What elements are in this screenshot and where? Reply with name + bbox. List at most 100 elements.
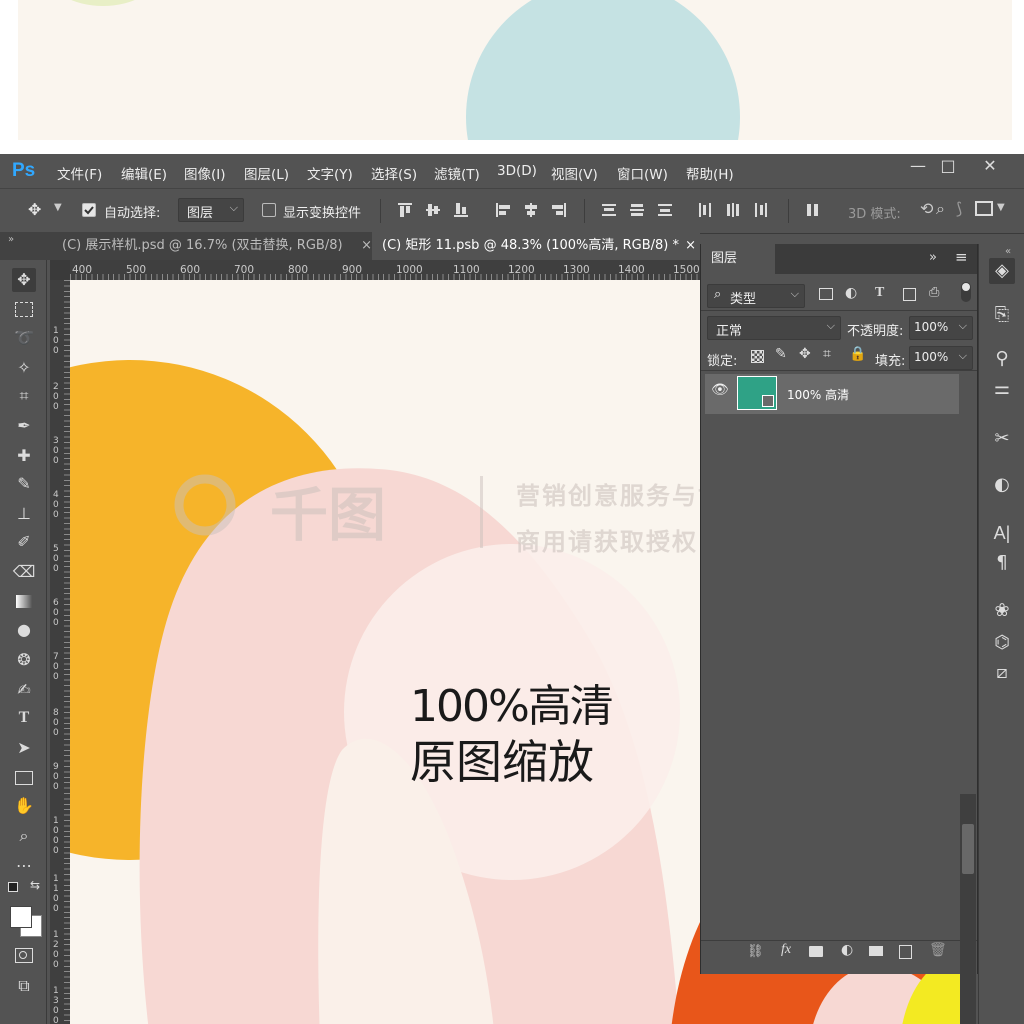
vertical-scrollbar[interactable] [960,794,976,1024]
auto-select-checkbox[interactable] [82,203,96,217]
character-icon[interactable]: A| [989,520,1015,546]
distribute-top-icon[interactable] [600,201,618,219]
chevron-down-icon[interactable]: ▼ [54,202,62,213]
crop-tool-icon[interactable]: ⌗ [12,384,36,408]
lock-artboard-icon[interactable]: ⌗ [823,346,831,362]
orbit-3d-icon[interactable]: ⟲ [920,199,933,218]
lock-transparency-icon[interactable] [751,350,764,363]
chevron-down-icon[interactable]: ▼ [997,202,1005,213]
filter-pixel-icon[interactable] [819,288,833,300]
menu-window[interactable]: 窗口(W) [617,163,668,183]
pan-3d-icon[interactable]: ⟆ [956,199,962,218]
distribute-hcenter-icon[interactable] [724,201,742,219]
align-hcenter-icon[interactable] [522,201,540,219]
move-tool-icon[interactable]: ✥ [28,200,41,219]
eyedropper-icon[interactable]: ✒ [12,414,36,438]
align-left-icon[interactable] [494,201,512,219]
zoom-tool-icon[interactable]: ⌕ [12,824,36,848]
blend-mode-dropdown[interactable]: 正常 ⌵ [707,316,841,340]
align-top-icon[interactable] [396,201,414,219]
blur-tool-icon[interactable]: ● [12,618,36,642]
opacity-field[interactable]: 100% ⌵ [909,316,973,340]
eye-icon[interactable]: 👁 [711,382,729,398]
fx-icon[interactable]: fx [781,942,791,958]
clone-stamp-icon[interactable]: ⊥ [12,502,36,526]
trash-icon[interactable]: 🗑 [929,942,947,958]
marquee-tool-icon[interactable] [12,298,36,322]
lock-position-icon[interactable]: ✥ [799,346,811,362]
fill-field[interactable]: 100% ⌵ [909,346,973,370]
gradient-tool-icon[interactable] [12,590,36,614]
distribute-bottom-icon[interactable] [656,201,674,219]
magic-wand-icon[interactable]: ✧ [12,356,36,380]
panel-menu-icon[interactable]: ≡ [955,248,968,266]
brush-tool-icon[interactable]: ✎ [12,472,36,496]
auto-align-icon[interactable] [804,201,822,219]
distribute-vcenter-icon[interactable] [628,201,646,219]
move-tool-icon[interactable]: ✥ [12,268,36,292]
eraser-icon[interactable]: ⌫ [12,560,36,584]
adjustments-sliders-icon[interactable]: ⚌ [989,376,1015,402]
distribute-right-icon[interactable] [752,201,770,219]
menu-help[interactable]: 帮助(H) [686,163,734,183]
default-colors-icon[interactable] [8,882,18,892]
foreground-color-swatch[interactable] [10,906,32,928]
tab-rectangle-11[interactable]: (C) 矩形 11.psb @ 48.3% (100%高清, RGB/8) * … [372,232,700,260]
menu-select[interactable]: 选择(S) [371,163,417,183]
pen-tool-icon[interactable]: ✍ [12,678,36,702]
screen-mode-icon[interactable]: ⧉ [12,974,36,998]
menu-image[interactable]: 图像(I) [184,163,226,183]
align-bottom-icon[interactable] [452,201,470,219]
menu-filter[interactable]: 滤镜(T) [434,163,480,183]
type-tool-icon[interactable]: T [12,706,36,730]
layers-stack-icon[interactable]: ◈ [989,258,1015,284]
filter-shape-icon[interactable] [903,288,916,301]
link-layers-icon[interactable]: ⛓ [747,944,764,959]
distribute-left-icon[interactable] [696,201,714,219]
path-selection-icon[interactable]: ➤ [12,736,36,760]
align-right-icon[interactable] [550,201,568,219]
align-vcenter-icon[interactable] [424,201,442,219]
history-brush-icon[interactable]: ✐ [12,530,36,554]
menu-layer[interactable]: 图层(L) [244,163,289,183]
collapse-arrows-icon[interactable]: « [1005,246,1011,257]
workspace-icon[interactable] [975,201,993,216]
sponge-tool-icon[interactable]: ❂ [12,648,36,672]
filter-type-icon[interactable]: T [875,285,884,301]
collapse-arrows-icon[interactable]: » [929,250,937,265]
close-window-button[interactable]: ✕ [970,154,1010,180]
tools-icon[interactable]: ✂ [989,426,1015,452]
new-layer-icon[interactable] [899,945,912,959]
search-icon[interactable]: ⌕ [936,199,945,219]
tab-showcase-mockup[interactable]: (C) 展示样机.psd @ 16.7% (双击替换, RGB/8) × [52,232,372,260]
adjustments-icon[interactable]: ◐ [989,472,1015,498]
lock-all-icon[interactable]: 🔒 [849,346,866,362]
layers-panel-tab[interactable]: 图层 [701,244,775,274]
menu-view[interactable]: 视图(V) [551,163,598,183]
scrollbar-thumb[interactable] [962,824,974,874]
tab-close-icon[interactable]: × [361,232,372,260]
layer-filter-dropdown[interactable]: ⌕ 类型 ⌵ [707,284,805,308]
more-tools-icon[interactable]: ⋯ [12,854,36,878]
maximize-button[interactable]: □ [928,154,968,180]
paragraph-icon[interactable]: ¶ [989,550,1015,576]
quick-mask-icon[interactable] [12,944,36,968]
swap-colors-icon[interactable]: ⇆ [30,878,40,892]
layer-row[interactable]: 👁 100% 高清 [705,374,959,414]
filter-adjustment-icon[interactable]: ◐ [845,285,857,301]
lock-pixels-brush-icon[interactable]: ✎ [775,346,787,362]
healing-brush-icon[interactable]: ✚ [12,444,36,468]
adjustment-layer-icon[interactable]: ◐ [841,942,853,958]
collapse-arrows-icon[interactable]: » [8,234,14,245]
filter-smart-object-icon[interactable]: ⎙ [929,285,939,300]
hand-tool-icon[interactable]: ✋ [12,794,36,818]
show-transform-checkbox[interactable] [262,203,276,217]
auto-select-dropdown[interactable]: 图层 ⌵ [178,198,244,222]
rectangle-tool-icon[interactable] [12,766,36,790]
new-group-icon[interactable] [869,946,883,956]
menu-file[interactable]: 文件(F) [57,163,102,183]
brush-presets-icon[interactable]: ⚲ [989,346,1015,372]
lasso-tool-icon[interactable]: ➰ [12,326,36,350]
add-mask-icon[interactable] [809,946,823,957]
paths-icon[interactable]: ⌬ [989,630,1015,656]
